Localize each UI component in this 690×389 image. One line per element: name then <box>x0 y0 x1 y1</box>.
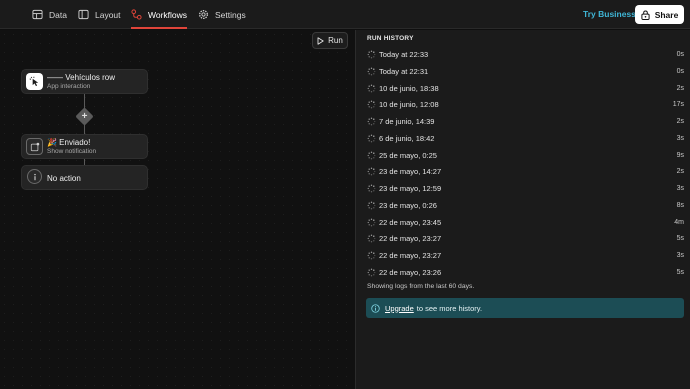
loading-icon <box>367 184 376 193</box>
history-row-time: 23 de mayo, 14:27 <box>379 167 442 177</box>
loading-icon <box>367 167 376 176</box>
notification-node-subtitle: Show notification <box>47 148 97 155</box>
table-icon <box>32 9 43 20</box>
history-row-duration: 4m <box>674 218 684 226</box>
history-row-time: 7 de junio, 14:39 <box>379 117 435 126</box>
history-row-time: 22 de mayo, 23:27 <box>379 234 442 244</box>
loading-icon <box>367 151 376 159</box>
history-footer-note: Showing logs from the last 60 days. <box>367 283 475 290</box>
history-row-time: 25 de mayo, 0:25 <box>379 150 437 160</box>
run-history-panel: RUN HISTORY Today at 22:33 0s Today at 22:… <box>355 30 690 389</box>
notification-icon <box>26 138 43 155</box>
history-row-duration: 2s <box>676 168 684 176</box>
history-row[interactable]: 23 de mayo, 14:27 2s <box>364 164 684 179</box>
history-row-time: 22 de mayo, 23:26 <box>379 267 442 277</box>
history-row-duration: 3s <box>676 252 684 259</box>
loading-icon <box>367 218 376 226</box>
notification-node-title: 🎉 Enviado! <box>47 138 91 147</box>
history-row[interactable]: 25 de mayo, 0:25 9s <box>364 148 684 163</box>
history-row-time: 10 de junio, 12:08 <box>379 100 439 110</box>
loading-icon <box>367 50 376 59</box>
loading-icon <box>367 251 376 260</box>
history-row-duration: 5s <box>676 235 684 243</box>
upgrade-text: to see more history. <box>416 303 483 313</box>
history-row[interactable]: 22 de mayo, 23:27 5s <box>364 231 684 246</box>
history-row[interactable]: Today at 22:31 0s <box>364 64 684 79</box>
history-row-duration: 2s <box>676 84 684 92</box>
history-row-duration: 0s <box>676 51 684 58</box>
history-row-time: 10 de junio, 18:38 <box>379 83 439 93</box>
loading-icon <box>367 100 376 109</box>
history-row[interactable]: 23 de mayo, 0:26 8s <box>364 198 684 213</box>
nav-tab-workflows[interactable]: Workflows <box>131 0 188 29</box>
play-icon <box>317 36 324 45</box>
run-button[interactable]: Run <box>312 32 348 49</box>
history-row-time: 22 de mayo, 23:45 <box>379 217 442 227</box>
loading-icon <box>367 67 376 76</box>
history-row-duration: 8s <box>676 201 684 209</box>
nav-tab-layout[interactable]: Layout <box>78 0 121 29</box>
history-row-time: 6 de junio, 18:42 <box>379 133 435 143</box>
loading-icon <box>367 268 376 277</box>
history-row[interactable]: 23 de mayo, 12:59 3s <box>364 181 684 196</box>
top-bar: Data Layout Workflows Settings Try Busin… <box>0 0 690 29</box>
gear-icon <box>199 10 208 19</box>
trigger-node-title: —— Vehículos row <box>47 73 116 82</box>
loading-icon <box>367 234 376 243</box>
loading-icon <box>367 84 376 92</box>
history-row-time: 23 de mayo, 0:26 <box>379 200 437 210</box>
nav-tab-layout-label: Layout <box>95 9 121 20</box>
upgrade-link[interactable]: Upgrade <box>385 304 414 313</box>
history-row-duration: 5s <box>676 268 684 276</box>
history-row-time: Today at 22:31 <box>379 66 429 76</box>
layout-icon <box>78 9 89 20</box>
workflow-canvas[interactable]: Run —— Vehículos row App interaction + 🎉… <box>0 30 355 389</box>
no-action-node[interactable]: No action <box>21 165 148 190</box>
history-row-time: 22 de mayo, 23:27 <box>379 251 442 260</box>
history-row-duration: 17s <box>672 101 684 109</box>
run-button-label: Run <box>328 36 343 45</box>
history-row[interactable]: 22 de mayo, 23:27 3s <box>364 248 684 263</box>
history-row-time: Today at 22:33 <box>379 50 429 59</box>
nav-tab-settings-label: Settings <box>215 9 246 20</box>
notification-node[interactable]: 🎉 Enviado! Show notification <box>21 134 148 159</box>
pointer-click-icon <box>26 73 43 90</box>
loading-icon <box>367 117 376 126</box>
nav-tab-settings[interactable]: Settings <box>198 0 246 29</box>
connector-line <box>84 123 85 134</box>
history-row-time: 23 de mayo, 12:59 <box>379 184 442 193</box>
info-icon <box>27 169 42 184</box>
history-row[interactable]: 22 de mayo, 23:26 5s <box>364 265 684 280</box>
plus-icon[interactable]: + <box>78 110 91 123</box>
history-row-duration: 3s <box>676 134 684 142</box>
loading-icon <box>367 201 376 210</box>
share-button[interactable]: Share <box>635 5 684 24</box>
history-row[interactable]: Today at 22:33 0s <box>364 47 684 62</box>
run-history-title: RUN HISTORY <box>367 35 414 42</box>
trigger-node-subtitle: App interaction <box>47 83 91 90</box>
try-business-link[interactable]: Try Business <box>583 9 636 19</box>
info-icon <box>371 303 380 313</box>
trigger-node[interactable]: —— Vehículos row App interaction <box>21 69 148 94</box>
loading-icon <box>367 134 376 143</box>
history-row[interactable]: 10 de junio, 12:08 17s <box>364 97 684 112</box>
no-action-node-title: No action <box>47 174 81 183</box>
nav-tab-data-label: Data <box>49 9 67 20</box>
history-row-duration: 2s <box>676 118 684 125</box>
lock-icon <box>641 9 650 20</box>
history-row-duration: 9s <box>676 151 684 159</box>
history-row-duration: 0s <box>676 67 684 75</box>
history-row[interactable]: 7 de junio, 14:39 2s <box>364 114 684 129</box>
history-row[interactable]: 10 de junio, 18:38 2s <box>364 81 684 96</box>
history-row[interactable]: 6 de junio, 18:42 3s <box>364 131 684 146</box>
upgrade-banner: Upgrade to see more history. <box>366 298 684 318</box>
nav-tab-data[interactable]: Data <box>32 0 67 29</box>
nav-tab-workflows-label: Workflows <box>148 9 188 20</box>
history-row[interactable]: 22 de mayo, 23:45 4m <box>364 215 684 230</box>
history-row-duration: 3s <box>676 185 684 192</box>
workflow-icon <box>131 9 142 20</box>
share-button-label: Share <box>654 9 679 20</box>
